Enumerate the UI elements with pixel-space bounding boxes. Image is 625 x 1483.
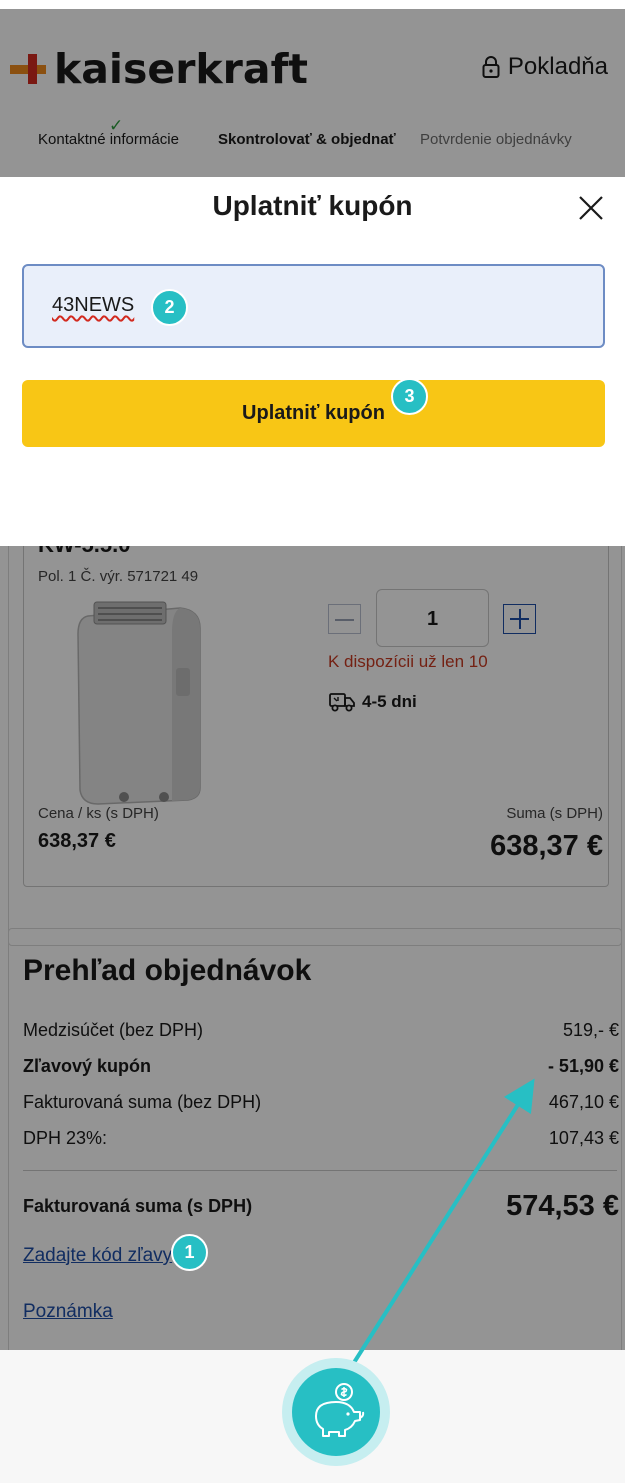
modal-title: Uplatniť kupón — [212, 190, 413, 221]
modal-backdrop-bottom[interactable] — [0, 546, 625, 1350]
close-icon[interactable] — [578, 195, 604, 221]
top-strip — [0, 0, 625, 9]
coupon-modal: Uplatniť kupón 43NEWS Uplatniť kupón — [0, 177, 625, 546]
apply-coupon-button[interactable]: Uplatniť kupón — [22, 380, 605, 447]
step-marker-1: 1 — [171, 1234, 208, 1271]
step-marker-2: 2 — [151, 289, 188, 326]
coupon-input[interactable]: 43NEWS — [22, 264, 605, 348]
modal-backdrop-top[interactable] — [0, 9, 625, 177]
piggy-bank-icon — [315, 1383, 365, 1437]
coupon-input-value: 43NEWS — [52, 294, 135, 316]
step-marker-3: 3 — [391, 378, 428, 415]
page: kaiserkraft Pokladňa ✓ Kontaktné informá… — [0, 0, 625, 1483]
